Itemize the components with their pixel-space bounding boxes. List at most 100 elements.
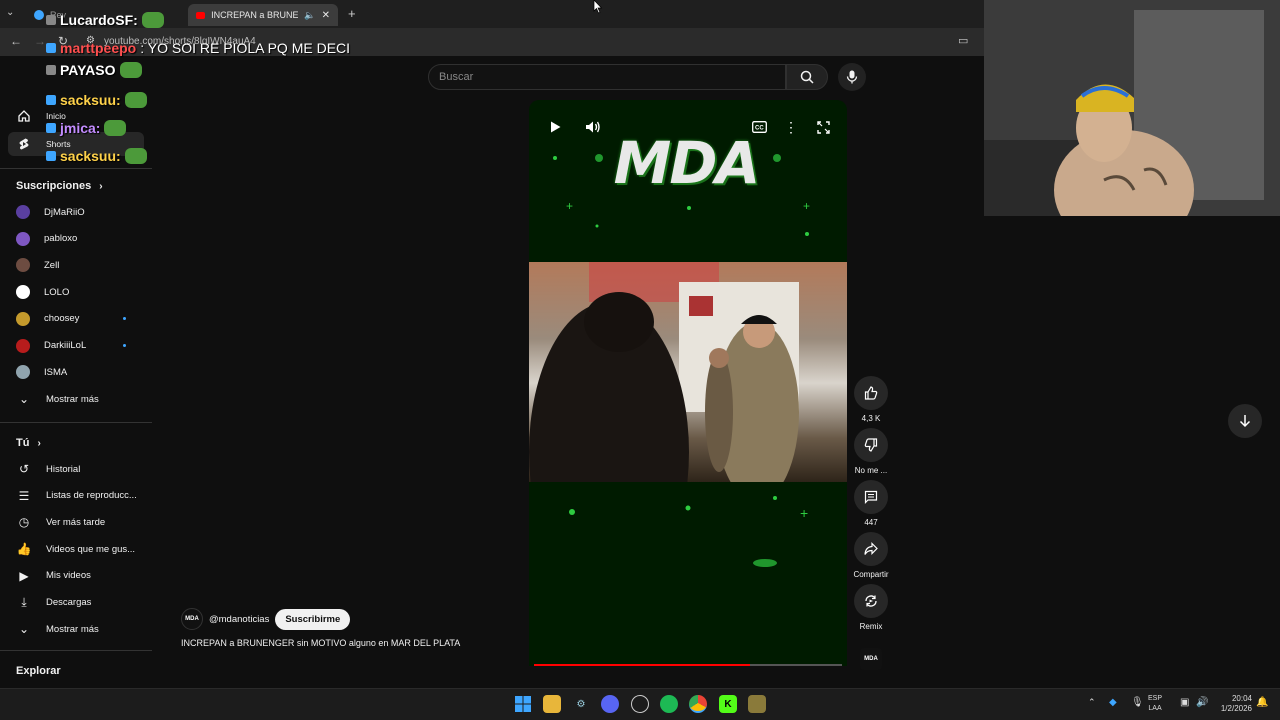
sidebar-item-my-videos[interactable]: ▶ Mis videos [16, 566, 146, 586]
chat-badge-icon [46, 95, 56, 105]
video-scene [529, 262, 799, 482]
subscriptions-header-label: Suscripciones [16, 180, 92, 192]
sidebar-item-label: Historial [46, 463, 81, 475]
microphone-icon [846, 70, 858, 84]
chat-emote-icon [141, 12, 164, 28]
language-indicator[interactable]: ESP LAA [1148, 694, 1162, 714]
dislike-label: No me ... [854, 466, 888, 475]
back-arrow-icon[interactable]: ← [10, 34, 22, 48]
kick-icon[interactable]: K [719, 695, 737, 713]
discord-icon[interactable] [601, 695, 619, 713]
subscribe-button[interactable]: Suscribirme [275, 608, 351, 630]
start-windows-icon[interactable] [514, 695, 532, 713]
tab-audio-icon[interactable]: 🔈 [304, 10, 315, 21]
watch-later-icon: ◷ [18, 515, 30, 530]
play-button[interactable] [546, 118, 564, 136]
steam-icon[interactable]: ⚙ [572, 695, 590, 713]
fullscreen-button[interactable] [814, 118, 832, 136]
you-header[interactable]: Tú › [16, 437, 41, 449]
comments-action[interactable]: 447 [852, 480, 890, 527]
voice-search-button[interactable] [838, 63, 866, 91]
sidebar-divider [0, 422, 152, 423]
streamer-webcam-image [984, 0, 1280, 216]
arrow-down-icon [1239, 415, 1251, 428]
remix-button[interactable] [854, 584, 888, 618]
captions-button[interactable]: CC [750, 118, 768, 136]
notification-bell-icon[interactable]: 🔔 [1256, 697, 1268, 708]
sidebar-subscription-item[interactable]: choosey [16, 309, 146, 329]
sidebar-subscription-item[interactable]: DjMaRiiO [16, 202, 146, 222]
sidebar-item-label: DjMaRiiO [44, 206, 85, 218]
next-short-button[interactable] [1228, 404, 1262, 438]
chat-emote-icon [119, 62, 142, 78]
mouse-cursor-icon [593, 0, 603, 14]
new-tab-icon[interactable]: + [348, 6, 356, 21]
sidebar-item-downloads[interactable]: ⤓ Descargas [16, 593, 146, 613]
channel-avatar [16, 365, 30, 380]
browser-tab-active[interactable]: INCREPAN a BRUNENGER s 🔈 ✕ [188, 4, 338, 26]
tray-chevron-up-icon[interactable]: ⌃ [1088, 697, 1096, 708]
video-title[interactable]: INCREPAN a BRUNENGER sin MOTIVO alguno e… [181, 638, 460, 648]
sidebar-item-playlists[interactable]: ☰ Listas de reproducc... [16, 486, 146, 506]
like-button[interactable] [854, 376, 888, 410]
file-explorer-icon[interactable] [543, 695, 561, 713]
channel-avatar [16, 231, 30, 246]
video-frame[interactable] [529, 262, 847, 482]
audio-source-avatar[interactable]: MDA [860, 648, 882, 670]
tray-volume-icon[interactable]: 🔊 [1196, 697, 1208, 708]
channel-name[interactable]: @mdanoticias [209, 614, 269, 625]
sidebar-divider [0, 650, 152, 651]
search-button[interactable] [786, 64, 828, 90]
comments-button[interactable] [854, 480, 888, 514]
chat-username: marttpeepo [60, 40, 137, 56]
sidebar-subscription-item[interactable]: DarkiiiLoL [16, 336, 146, 356]
taskbar-clock[interactable]: 20:04 1/2/2026 [1214, 694, 1252, 714]
tab-list-dropdown-icon[interactable]: ⌄ [6, 7, 14, 18]
channel-avatar [16, 285, 30, 300]
more-options-button[interactable]: ⋮ [782, 118, 800, 136]
tray-microphone-icon[interactable]: 🎙 [1131, 697, 1144, 708]
show-more-label: Mostrar más [46, 393, 99, 405]
svg-text:+: + [803, 199, 810, 213]
search-input[interactable]: Buscar [428, 64, 786, 90]
channel-row: MDA @mdanoticias Suscribirme [181, 608, 351, 630]
sidebar-subscription-item[interactable]: ISMA [16, 362, 146, 382]
app-circle-icon[interactable] [631, 695, 649, 713]
sidebar-item-label: Zell [44, 259, 60, 271]
chat-username: PAYASO [60, 62, 116, 78]
cast-icon[interactable]: ▭ [958, 34, 968, 47]
channel-avatar[interactable]: MDA [181, 608, 203, 630]
remix-action[interactable]: Remix [852, 584, 890, 631]
sidebar-subscription-item[interactable]: LOLO [16, 282, 146, 302]
dislike-button[interactable] [854, 428, 888, 462]
tab-close-icon[interactable]: ✕ [322, 10, 330, 21]
chat-message: jmica: [46, 120, 127, 136]
show-more-you-button[interactable]: ⌄ Mostrar más [16, 619, 146, 639]
new-content-dot [123, 316, 126, 320]
share-button[interactable] [854, 532, 888, 566]
chat-message: marttpeepo: YO SOI RE PIOLA PQ ME DECI [46, 40, 350, 56]
sidebar-item-watch-later[interactable]: ◷ Ver más tarde [16, 512, 146, 532]
language-line-1: ESP [1148, 695, 1163, 702]
sidebar-subscription-item[interactable]: pabloxo [16, 229, 146, 249]
comment-icon [864, 490, 878, 504]
sidebar-item-label: Mis videos [46, 570, 91, 582]
sidebar-item-liked[interactable]: 👍 Videos que me gus... [16, 539, 146, 559]
forward-arrow-icon[interactable]: → [34, 34, 46, 48]
app-tile-icon[interactable] [748, 695, 766, 713]
like-action[interactable]: 4,3 K [852, 376, 890, 423]
tray-network-icon[interactable]: ▣ [1180, 697, 1189, 708]
sidebar-item-history[interactable]: ↺ Historial [16, 459, 146, 479]
tray-shield-icon[interactable]: ◆ [1109, 697, 1117, 708]
dislike-action[interactable]: No me ... [852, 428, 890, 475]
chat-emote-icon [104, 120, 127, 136]
subscriptions-header[interactable]: Suscripciones › [16, 180, 103, 192]
spotify-icon[interactable] [660, 695, 678, 713]
share-action[interactable]: Compartir [852, 532, 890, 579]
thumbs-up-icon [864, 386, 878, 400]
volume-button[interactable] [584, 118, 602, 136]
chrome-icon[interactable] [689, 695, 707, 713]
captions-icon: CC [751, 121, 767, 133]
show-more-subscriptions-button[interactable]: ⌄ Mostrar más [16, 389, 146, 409]
sidebar-subscription-item[interactable]: Zell [16, 255, 146, 275]
